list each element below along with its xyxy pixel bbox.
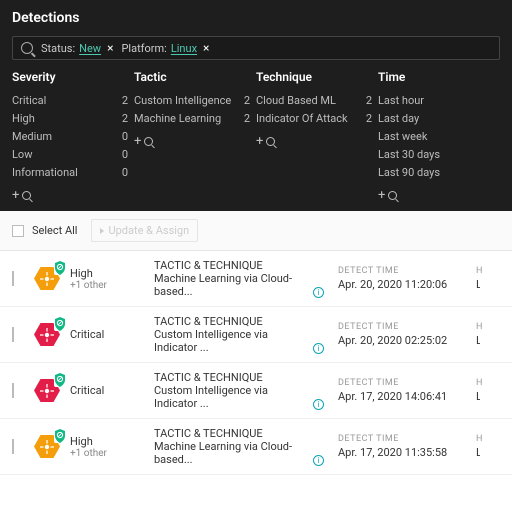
info-icon[interactable]: i [313,399,324,410]
tactic-technique-cell: TACTIC & TECHNIQUEMachine Learning via C… [154,427,324,466]
detect-time-cell: DETECT TIMEApr. 17, 2020 14:06:41 [332,378,462,403]
plus-icon: + [256,134,263,149]
facet-item[interactable]: Low0 [12,146,128,164]
host-cell: HL [470,266,486,291]
plus-icon: + [378,188,385,203]
detection-row[interactable]: Critical TACTIC & TECHNIQUECustom Intelli… [0,363,512,419]
facet-severity: Severity Critical2High2Medium0Low0Informa… [12,70,134,203]
facet-heading: Technique [256,70,372,84]
facet-item[interactable]: Indicator Of Attack2 [256,110,372,128]
facet-add-search[interactable]: + [378,188,494,203]
select-all-label: Select All [32,224,77,237]
facet-item[interactable]: Custom Intelligence2 [134,92,250,110]
info-icon[interactable]: i [313,287,324,298]
row-checkbox[interactable] [12,327,14,342]
facet-item[interactable]: Last 90 days [378,164,494,182]
search-icon [22,191,31,200]
facet-heading: Tactic [134,70,250,84]
facet-item[interactable]: Last day [378,110,494,128]
facet-add-search[interactable]: + [12,188,128,203]
shield-icon [54,317,66,331]
facet-heading: Severity [12,70,128,84]
shield-icon [54,261,66,275]
shield-icon [54,429,66,443]
facet-item[interactable]: Informational0 [12,164,128,182]
close-icon[interactable]: × [107,41,113,55]
facet-item[interactable]: Last week [378,128,494,146]
host-cell: HL [470,434,486,459]
facet-item[interactable]: Cloud Based ML2 [256,92,372,110]
facet-time: Time Last hourLast dayLast weekLast 30 da… [378,70,500,203]
tactic-technique-cell: TACTIC & TECHNIQUEMachine Learning via C… [154,259,324,298]
detection-row[interactable]: High+1 other TACTIC & TECHNIQUEMachine Le… [0,251,512,307]
facet-tactic: Tactic Custom Intelligence2Machine Learni… [134,70,256,203]
detect-time-cell: DETECT TIMEApr. 20, 2020 02:25:02 [332,322,462,347]
search-icon [144,137,153,146]
filter-chip-platform[interactable]: Platform: Linux × [121,41,209,55]
search-icon [266,137,275,146]
tactic-technique-cell: TACTIC & TECHNIQUECustom Intelligence vi… [154,371,324,410]
plus-icon: + [12,188,19,203]
facet-add-search[interactable]: + [256,134,372,149]
close-icon[interactable]: × [203,41,209,55]
list-toolbar: Select All Update & Assign [0,211,512,251]
row-checkbox[interactable] [12,439,14,454]
play-icon [100,228,104,234]
detect-time-cell: DETECT TIMEApr. 20, 2020 11:20:06 [332,266,462,291]
severity-cell: High+1 other [70,435,146,459]
severity-cell: High+1 other [70,267,146,291]
row-checkbox[interactable] [12,383,14,398]
facet-item[interactable]: Last 30 days [378,146,494,164]
search-icon [21,42,33,54]
update-assign-button: Update & Assign [91,219,198,242]
facet-item[interactable]: Machine Learning2 [134,110,250,128]
facet-item[interactable]: Last hour [378,92,494,110]
facet-item[interactable]: Medium0 [12,128,128,146]
search-icon [388,191,397,200]
detections-list: High+1 other TACTIC & TECHNIQUEMachine Le… [0,251,512,475]
detection-row[interactable]: Critical TACTIC & TECHNIQUECustom Intelli… [0,307,512,363]
filter-chip-status[interactable]: Status: New × [41,41,113,55]
severity-cell: Critical [70,384,146,397]
facet-add-search[interactable]: + [134,134,250,149]
info-icon[interactable]: i [313,455,324,466]
page-title: Detections [12,10,500,26]
facet-item[interactable]: Critical2 [12,92,128,110]
facet-heading: Time [378,70,494,84]
shield-icon [54,373,66,387]
host-cell: HL [470,378,486,403]
filter-bar[interactable]: Status: New × Platform: Linux × [12,36,500,60]
row-checkbox[interactable] [12,271,14,286]
facet-technique: Technique Cloud Based ML2Indicator Of Att… [256,70,378,203]
severity-cell: Critical [70,328,146,341]
detection-row[interactable]: High+1 other TACTIC & TECHNIQUEMachine Le… [0,419,512,475]
info-icon[interactable]: i [313,343,324,354]
tactic-technique-cell: TACTIC & TECHNIQUECustom Intelligence vi… [154,315,324,354]
facet-item[interactable]: High2 [12,110,128,128]
select-all-checkbox[interactable] [12,225,24,237]
host-cell: HL [470,322,486,347]
plus-icon: + [134,134,141,149]
detect-time-cell: DETECT TIMEApr. 17, 2020 11:35:58 [332,434,462,459]
